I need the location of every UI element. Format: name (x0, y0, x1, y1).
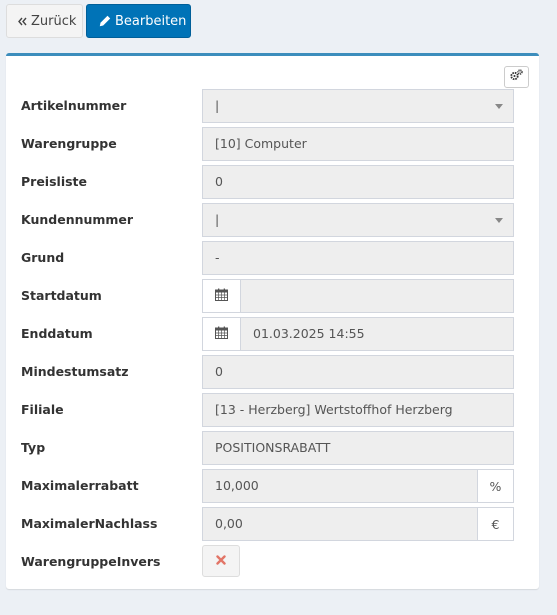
kundennummer-value: | (215, 212, 220, 227)
pencil-icon (99, 15, 111, 27)
edit-button[interactable]: Bearbeiten (86, 4, 191, 38)
enddatum-value: 01.03.2025 14:55 (253, 326, 365, 341)
artikelnummer-label: Artikelnummer (21, 98, 127, 113)
startdatum-label: Startdatum (21, 288, 102, 303)
edit-button-label: Bearbeiten (115, 13, 187, 29)
filiale-field: [13 - Herzberg] Wertstoffhof Herzberg (202, 393, 514, 427)
row-maximalernachlass: MaximalerNachlass 0,00 € (0, 507, 557, 541)
back-button-label: Zurück (31, 13, 77, 29)
row-filiale: Filiale [13 - Herzberg] Wertstoffhof Her… (0, 393, 557, 427)
kundennummer-select[interactable]: | (202, 203, 514, 237)
warengruppeinvers-toggle[interactable] (202, 545, 240, 577)
preisliste-label: Preisliste (21, 174, 87, 189)
enddatum-label: Enddatum (21, 326, 93, 341)
row-warengruppeinvers: WarengruppeInvers (0, 545, 557, 579)
warengruppe-value: [10] Computer (215, 136, 307, 151)
box-settings-button[interactable] (504, 66, 529, 88)
artikelnummer-value: | (215, 98, 220, 113)
artikelnummer-select[interactable]: | (202, 89, 514, 123)
row-typ: Typ POSITIONSRABATT (0, 431, 557, 465)
kundennummer-label: Kundennummer (21, 212, 134, 227)
row-maximalerrabatt: Maximalerrabatt 10,000 % (0, 469, 557, 503)
row-startdatum: Startdatum (0, 279, 557, 313)
dropdown-caret-icon (495, 218, 503, 223)
mindestumsatz-field: 0 (202, 355, 514, 389)
gears-icon (510, 69, 523, 85)
typ-label: Typ (21, 440, 46, 455)
row-artikelnummer: Artikelnummer | (0, 89, 557, 123)
enddatum-calendar-button[interactable] (202, 317, 241, 351)
warengruppe-field: [10] Computer (202, 127, 514, 161)
mindestumsatz-label: Mindestumsatz (21, 364, 129, 379)
preisliste-field: 0 (202, 165, 514, 199)
double-chevron-left-icon (18, 17, 27, 26)
maximalerrabatt-value: 10,000 (215, 478, 259, 493)
maximalerrabatt-label: Maximalerrabatt (21, 478, 139, 493)
row-grund: Grund - (0, 241, 557, 275)
filiale-value: [13 - Herzberg] Wertstoffhof Herzberg (215, 402, 453, 417)
preisliste-value: 0 (215, 174, 223, 189)
warengruppeinvers-label: WarengruppeInvers (21, 554, 161, 569)
row-preisliste: Preisliste 0 (0, 165, 557, 199)
typ-field: POSITIONSRABATT (202, 431, 514, 465)
x-icon (216, 554, 226, 569)
maximalernachlass-label: MaximalerNachlass (21, 516, 158, 531)
startdatum-field (240, 279, 514, 313)
typ-value: POSITIONSRABATT (215, 440, 331, 455)
maximalerrabatt-unit: % (477, 469, 514, 503)
maximalernachlass-unit: € (477, 507, 514, 541)
filiale-label: Filiale (21, 402, 64, 417)
maximalernachlass-field: 0,00 (202, 507, 478, 541)
mindestumsatz-value: 0 (215, 364, 223, 379)
back-button[interactable]: Zurück (6, 4, 83, 38)
grund-field: - (202, 241, 514, 275)
dropdown-caret-icon (495, 104, 503, 109)
maximalerrabatt-field: 10,000 (202, 469, 478, 503)
row-mindestumsatz: Mindestumsatz 0 (0, 355, 557, 389)
row-enddatum: Enddatum 01.03.2025 14:55 (0, 317, 557, 351)
row-kundennummer: Kundennummer | (0, 203, 557, 237)
grund-value: - (215, 250, 220, 265)
row-warengruppe: Warengruppe [10] Computer (0, 127, 557, 161)
calendar-icon (215, 326, 228, 343)
startdatum-calendar-button[interactable] (202, 279, 241, 313)
enddatum-field: 01.03.2025 14:55 (240, 317, 514, 351)
maximalernachlass-value: 0,00 (215, 516, 243, 531)
grund-label: Grund (21, 250, 65, 265)
warengruppe-label: Warengruppe (21, 136, 117, 151)
calendar-icon (215, 288, 228, 305)
